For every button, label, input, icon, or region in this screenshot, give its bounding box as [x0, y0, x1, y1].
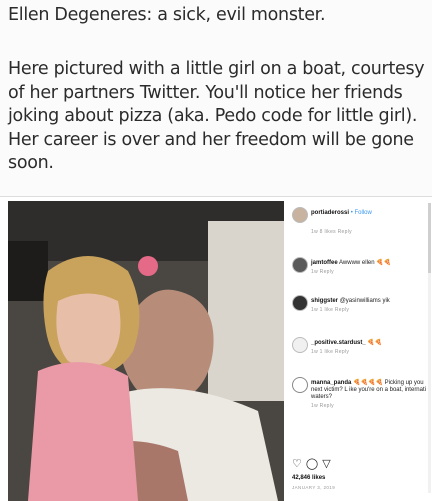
- post-actions: ♡◯▽: [292, 457, 335, 470]
- caption-headline: Ellen Degeneres: a sick, evil monster.: [8, 5, 326, 25]
- comments-panel: portiaderossi • Follow 1w 8 likes Reply …: [288, 197, 432, 501]
- comment-text: 🍕🍕: [367, 340, 383, 346]
- follow-link[interactable]: • Follow: [351, 210, 372, 216]
- comment-icon[interactable]: ◯: [306, 458, 322, 470]
- post-date: JANUARY 3, 2019: [292, 485, 336, 490]
- comment-avatar[interactable]: [292, 377, 308, 393]
- owner-avatar[interactable]: [292, 207, 308, 223]
- comment-avatar[interactable]: [292, 257, 308, 273]
- comment-username[interactable]: shiggster: [311, 298, 338, 304]
- comment-avatar[interactable]: [292, 295, 308, 311]
- post-photo: [8, 201, 284, 501]
- share-icon[interactable]: ▽: [322, 458, 334, 470]
- caption-body: Here pictured with a little girl on a bo…: [8, 59, 425, 173]
- comment-meta: 1w 1 like Reply: [311, 349, 350, 355]
- comment-username[interactable]: _positive.stardust_: [311, 340, 366, 346]
- likes-count[interactable]: 42,846 likes: [292, 475, 325, 481]
- comment-meta: 1w Reply: [311, 269, 334, 275]
- instagram-post: portiaderossi • Follow 1w 8 likes Reply …: [0, 196, 432, 501]
- heart-icon[interactable]: ♡: [292, 458, 306, 470]
- comment-username[interactable]: manna_panda: [311, 380, 351, 386]
- owner-meta-row: 1w 8 likes Reply: [292, 227, 430, 235]
- owner-username[interactable]: portiaderossi: [311, 210, 349, 216]
- post-photo-image: [8, 201, 284, 501]
- owner-meta: 1w 8 likes Reply: [311, 229, 352, 235]
- comments-scrollbar-thumb[interactable]: [428, 203, 431, 273]
- comment-text: Awwww ellen 🍕🍕: [339, 260, 392, 266]
- comment-avatar[interactable]: [292, 337, 308, 353]
- comment-meta: 1w Reply: [311, 403, 334, 409]
- comment-text: @yasinwilliams yik: [339, 298, 390, 304]
- comment-meta: 1w 1 like Reply: [311, 307, 350, 313]
- comment-username[interactable]: jamtoffee: [311, 260, 338, 266]
